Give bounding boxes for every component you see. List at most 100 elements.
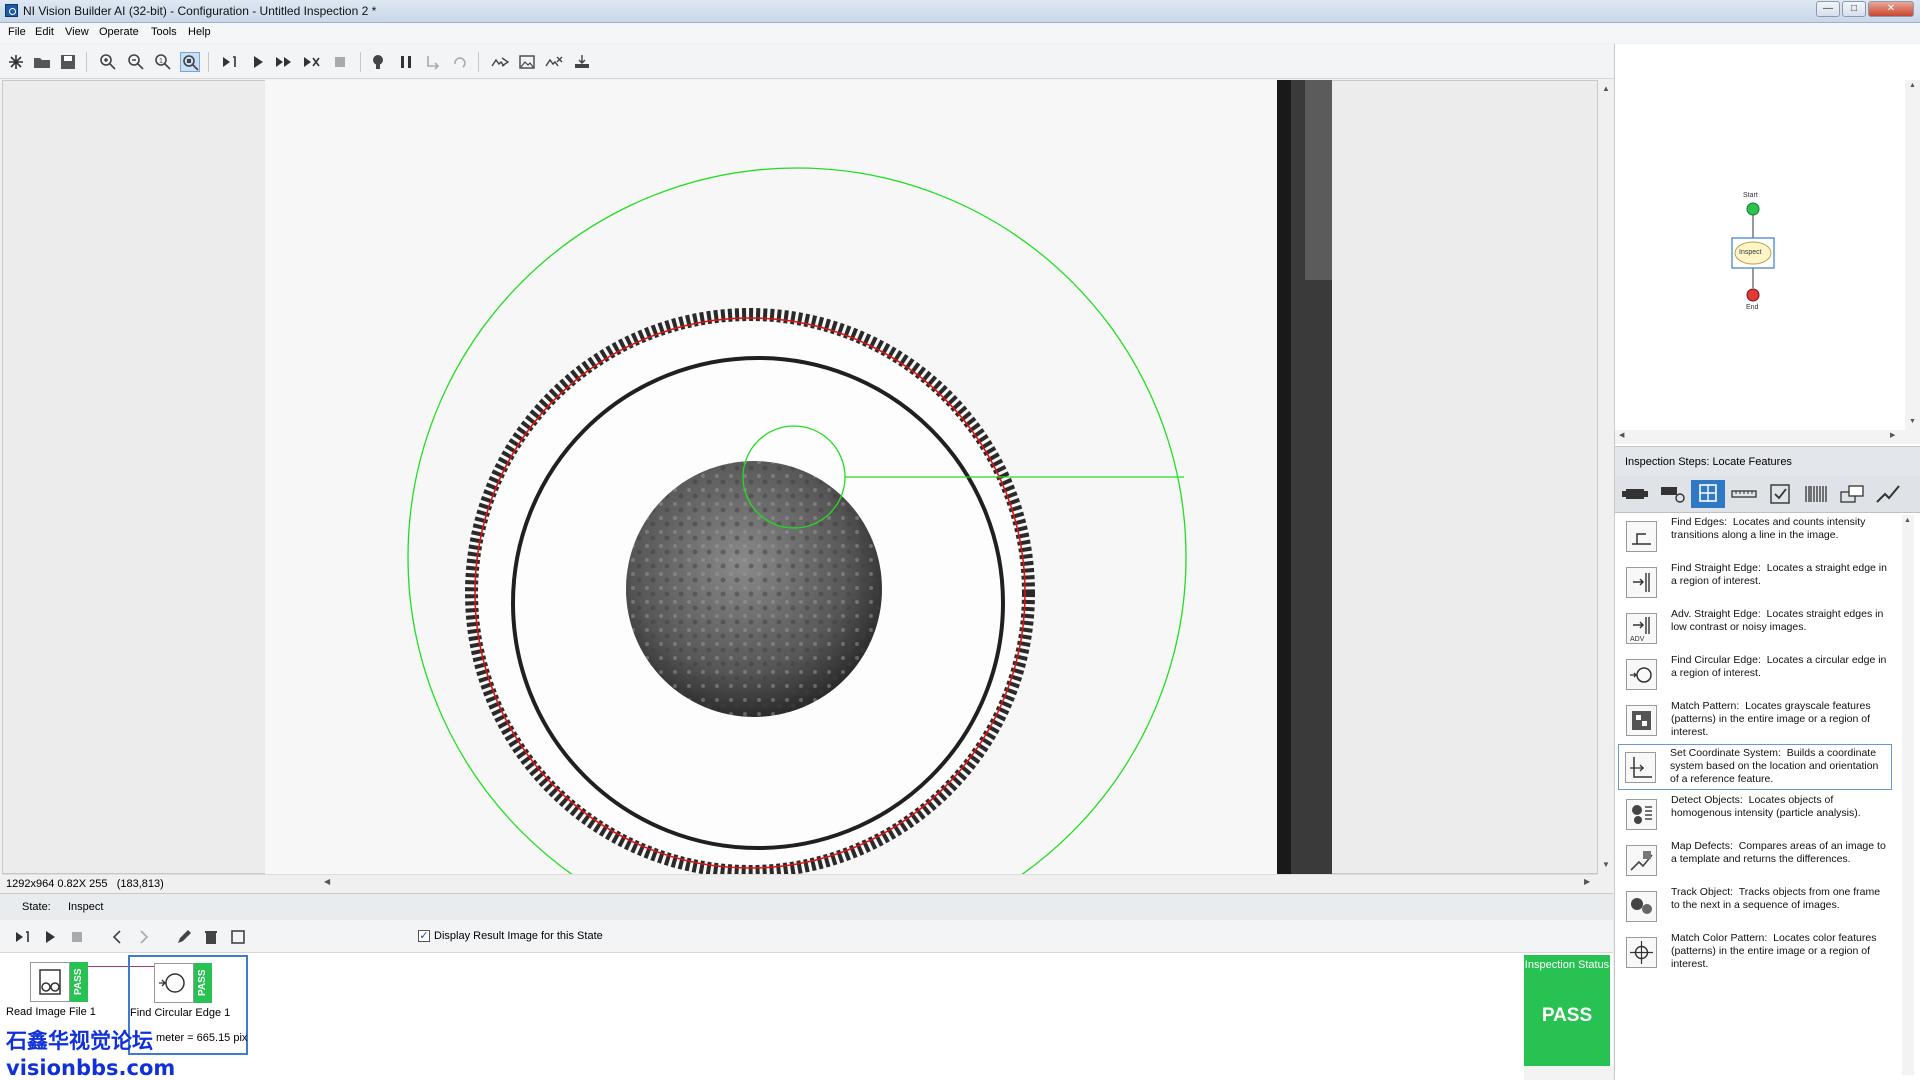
edit-icon[interactable] [175,928,193,946]
map-defects-icon [1626,845,1657,876]
copy-icon[interactable] [229,928,247,946]
enhance-images-icon[interactable] [1655,480,1689,508]
circular-edge-icon [1626,659,1657,690]
item-name: Detect Objects: [1671,794,1743,806]
flow-start-label: Start [1743,192,1758,199]
item-name: Track Object: [1671,886,1734,898]
image-info-readout: 1292x964 0.82X 255 (183,813) [6,878,164,890]
item-name: Find Straight Edge: [1671,562,1761,574]
identify-parts-icon[interactable] [1799,480,1833,508]
run-step-icon[interactable] [14,928,32,946]
svg-text:1: 1 [159,58,163,65]
step-toolbar: ✓ Display Result Image for this State [0,920,1613,953]
menu-view[interactable]: View [65,26,89,38]
image-vertical-scrollbar[interactable]: ▲ ▼ [1598,80,1614,874]
step-into-icon[interactable] [423,52,443,72]
next-icon[interactable] [135,928,153,946]
inspection-image-render [265,80,1332,947]
open-folder-icon[interactable] [32,52,52,72]
previous-icon[interactable] [108,928,126,946]
step-category-tabs [1615,476,1920,513]
watermark-url: visionbbs.com [6,1056,176,1080]
image-compare-icon[interactable] [490,52,510,72]
image-analyze-icon[interactable] [544,52,564,72]
flow-end-label: End [1746,304,1759,311]
list-item-detect-objects[interactable]: Detect Objects: Locates objects of homog… [1620,792,1890,836]
redo-icon[interactable] [450,52,470,72]
list-item-find-edges[interactable]: Find Edges: Locates and counts intensity… [1620,514,1890,558]
menu-operate[interactable]: Operate [99,26,139,38]
measure-features-icon[interactable] [1727,480,1761,508]
list-item-set-coordinate-system[interactable]: Set Coordinate System: Builds a coordina… [1618,744,1892,790]
coordinate-system-icon [1625,752,1656,783]
close-button[interactable]: ✕ [1868,1,1914,17]
image-horizontal-scrollbar[interactable]: ◀ ▶ [2,874,1598,891]
svg-text:ADV: ADV [1630,636,1645,643]
breakpoint-icon[interactable] [368,52,388,72]
maximize-button[interactable]: □ [1842,1,1866,17]
menu-bar: File Edit View Operate Tools Help [0,23,1920,43]
app-icon [5,4,18,17]
steps-scrollbar[interactable] [1524,1066,1613,1080]
menu-edit[interactable]: Edit [35,26,54,38]
inspection-steps-title: Inspection Steps: Locate Features [1625,456,1792,468]
display-result-checkbox[interactable]: ✓ [418,930,430,942]
use-additional-tools-icon[interactable] [1835,480,1869,508]
read-image-file-icon [30,962,70,1002]
run-icon[interactable] [248,52,268,72]
inspection-status-panel: Inspection Status PASS [1524,955,1610,1077]
list-item-match-color-pattern[interactable]: Match Color Pattern: Locates color featu… [1620,930,1890,974]
find-edges-icon [1626,521,1657,552]
list-item-adv-straight-edge[interactable]: ADV Adv. Straight Edge: Locates straight… [1620,606,1890,650]
adv-straight-edge-icon: ADV [1626,613,1657,644]
export-icon[interactable] [572,52,592,72]
zoom-fit-icon[interactable] [180,52,200,72]
cursor-coordinates: (183,813) [116,878,164,890]
zoom-out-icon[interactable] [126,52,146,72]
circular-edge-step-icon [154,963,194,1003]
minimize-button[interactable]: — [1816,1,1840,17]
step-label: Read Image File 1 [6,1006,96,1018]
zoom-1-1-icon[interactable]: 1 [153,52,173,72]
run-continuous-icon[interactable] [274,52,294,72]
zoom-in-icon[interactable] [98,52,118,72]
step-skip-icon[interactable] [302,52,322,72]
new-inspection-icon[interactable] [6,52,26,72]
acquire-images-icon[interactable] [1618,480,1652,508]
play-icon[interactable] [41,928,59,946]
step-result: meter = 665.15 pix [156,1032,248,1044]
inspection-steps-header: Inspection Steps: Locate Features [1615,446,1920,477]
inspection-image[interactable] [265,80,1332,947]
list-item-map-defects[interactable]: Map Defects: Compares areas of an image … [1620,838,1890,882]
step-pass-badge: PASS [70,962,88,1002]
match-pattern-icon [1626,705,1657,736]
list-item-match-pattern[interactable]: Match Pattern: Locates grayscale feature… [1620,698,1890,742]
list-item-find-straight-edge[interactable]: Find Straight Edge: Locates a straight e… [1620,560,1890,604]
delete-icon[interactable] [202,928,220,946]
list-item-track-object[interactable]: Track Object: Tracks objects from one fr… [1620,884,1890,928]
pause-icon[interactable] [396,52,416,72]
locate-features-icon[interactable] [1691,480,1725,508]
diagram-horizontal-scrollbar[interactable]: ◀ ▶ [1615,430,1920,444]
track-object-icon [1626,891,1657,922]
menu-file[interactable]: File [8,26,26,38]
menu-tools[interactable]: Tools [151,26,177,38]
item-name: Map Defects: [1671,840,1733,852]
image-icon[interactable] [517,52,537,72]
save-icon[interactable] [58,52,78,72]
item-name: Set Coordinate System: [1670,747,1781,759]
stop-step-icon[interactable] [68,928,86,946]
check-for-presence-icon[interactable] [1763,480,1797,508]
item-name: Match Pattern: [1671,700,1740,712]
stop-icon[interactable] [330,52,350,72]
diagram-vertical-scrollbar[interactable]: ▲ ▼ [1905,80,1920,430]
state-value: Inspect [68,901,104,913]
list-item-find-circular-edge[interactable]: Find Circular Edge: Locates a circular e… [1620,652,1890,696]
run-once-icon[interactable] [220,52,240,72]
window-title: NI Vision Builder AI (32-bit) - Configur… [23,4,377,18]
steps-list-scrollbar[interactable]: ▲ [1902,515,1914,1075]
menu-help[interactable]: Help [188,26,211,38]
step-label: Find Circular Edge 1 [130,1007,231,1019]
state-diagram[interactable]: Start Inspect End [1615,80,1905,430]
communicate-icon[interactable] [1871,480,1905,508]
